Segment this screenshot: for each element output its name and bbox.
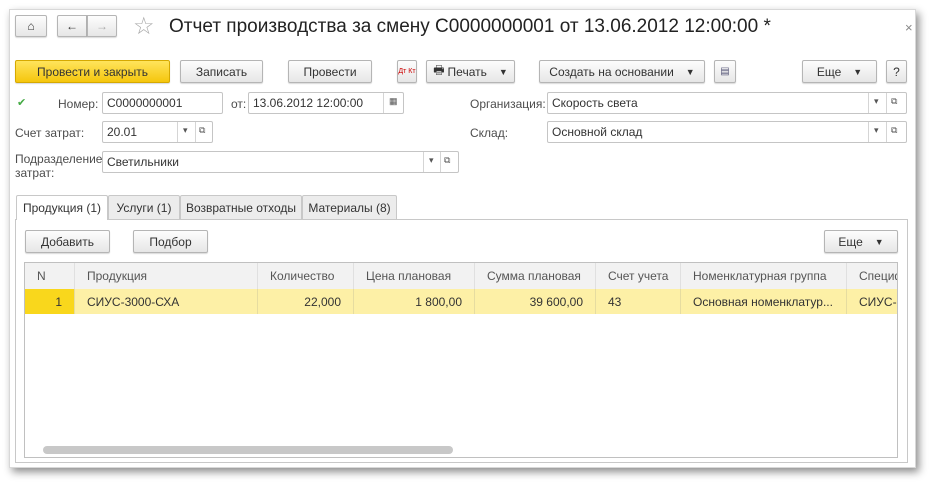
account-value: 20.01 [107, 125, 138, 139]
open-icon[interactable]: ⧉ [891, 96, 897, 107]
column-header-nomenclature-group[interactable]: Номенклатурная группа [681, 263, 847, 289]
table-cell-account[interactable]: 43 [596, 289, 681, 314]
open-icon[interactable]: ⧉ [199, 125, 205, 136]
table-cell-quantity[interactable]: 22,000 [258, 289, 354, 314]
document-icon: ▤ [720, 66, 730, 77]
column-header-account[interactable]: Счет учета [596, 263, 681, 289]
table-cell-product[interactable]: СИУС-3000-СХА [75, 289, 258, 314]
forward-button[interactable]: → [87, 15, 117, 37]
create-based-label: Создать на основании [549, 64, 674, 79]
back-button[interactable]: ← [57, 15, 87, 37]
table-cell-n[interactable]: 1 [25, 289, 75, 314]
chevron-down-icon[interactable]: ▾ [429, 155, 434, 166]
pick-button[interactable]: Подбор [133, 230, 208, 253]
post-button[interactable]: Провести [288, 60, 372, 83]
org-select[interactable]: Скорость света ▾ ⧉ [547, 92, 907, 114]
org-label: Организация: [470, 97, 546, 111]
column-header-quantity[interactable]: Количество [258, 263, 354, 289]
home-button[interactable]: ⌂ [15, 15, 47, 37]
save-button[interactable]: Записать [180, 60, 263, 83]
favorite-star-icon[interactable]: ☆ [133, 12, 155, 41]
column-header-planned-price[interactable]: Цена плановая [354, 263, 475, 289]
table-more-label: Еще [838, 234, 863, 249]
table-more-button[interactable]: Еще ▼ [824, 230, 898, 253]
table-cell-specification[interactable]: СИУС-3 [847, 289, 897, 314]
dt-kt-icon: Дт Кт [398, 68, 416, 75]
division-value: Светильники [107, 155, 179, 169]
division-select[interactable]: Светильники ▾ ⧉ [102, 151, 459, 173]
arrow-left-icon: ← [66, 19, 78, 33]
tab-products[interactable]: Продукция (1) [16, 195, 108, 220]
chevron-down-icon: ▼ [853, 66, 863, 77]
warehouse-label: Склад: [470, 126, 509, 140]
column-header-n[interactable]: N [25, 263, 75, 289]
open-icon[interactable]: ⧉ [891, 125, 897, 136]
print-label: Печать [447, 64, 487, 79]
number-label: Номер: [58, 97, 99, 111]
more-label: Еще [816, 64, 842, 79]
date-input[interactable]: 13.06.2012 12:00:00 ▦ [248, 92, 404, 114]
column-header-specification[interactable]: Специф [847, 263, 897, 289]
chevron-down-icon: ▼ [685, 66, 695, 77]
warehouse-select[interactable]: Основной склад ▾ ⧉ [547, 121, 907, 143]
calendar-icon[interactable]: ▦ [389, 96, 398, 107]
create-based-button[interactable]: Создать на основании ▼ [539, 60, 705, 83]
open-icon[interactable]: ⧉ [444, 155, 450, 166]
printer-icon: 🖶 [433, 63, 445, 77]
arrow-right-icon: → [96, 19, 108, 33]
print-button[interactable]: 🖶 Печать ▼ [426, 60, 515, 83]
chevron-down-icon[interactable]: ▾ [183, 125, 188, 136]
table-cell-planned-price[interactable]: 1 800,00 [354, 289, 475, 314]
account-label: Счет затрат: [15, 126, 85, 140]
chevron-down-icon[interactable]: ▾ [874, 125, 879, 136]
tab-materials[interactable]: Материалы (8) [302, 195, 397, 219]
dt-kt-button[interactable]: Дт Кт [397, 60, 417, 83]
post-and-close-button[interactable]: Провести и закрыть [15, 60, 170, 83]
table-cell-nomenclature-group[interactable]: Основная номенклатур... [681, 289, 847, 314]
table-cell-planned-sum[interactable]: 39 600,00 [475, 289, 596, 314]
posted-status-icon: ✔ [17, 97, 27, 109]
chevron-down-icon: ▼ [498, 66, 508, 77]
chevron-down-icon: ▼ [874, 236, 884, 247]
tab-services[interactable]: Услуги (1) [108, 195, 180, 219]
column-header-planned-sum[interactable]: Сумма плановая [475, 263, 596, 289]
division-label: Подразделение затрат: [15, 152, 103, 180]
help-button[interactable]: ? [886, 60, 907, 83]
home-icon: ⌂ [27, 19, 35, 33]
warehouse-value: Основной склад [552, 125, 643, 139]
tab-returnable-waste[interactable]: Возвратные отходы [180, 195, 302, 219]
column-header-product[interactable]: Продукция [75, 263, 258, 289]
org-value: Скорость света [552, 96, 638, 110]
account-select[interactable]: 20.01 ▾ ⧉ [102, 121, 213, 143]
add-button[interactable]: Добавить [25, 230, 110, 253]
horizontal-scrollbar[interactable] [43, 446, 453, 454]
date-label: от: [231, 97, 247, 111]
close-button[interactable]: × [905, 20, 913, 35]
structure-button[interactable]: ▤ [714, 60, 736, 83]
chevron-down-icon[interactable]: ▾ [874, 96, 879, 107]
more-button[interactable]: Еще ▼ [802, 60, 877, 83]
number-input[interactable]: С0000000001 [102, 92, 223, 114]
date-value: 13.06.2012 12:00:00 [253, 96, 364, 110]
page-title: Отчет производства за смену С0000000001 … [169, 16, 771, 37]
